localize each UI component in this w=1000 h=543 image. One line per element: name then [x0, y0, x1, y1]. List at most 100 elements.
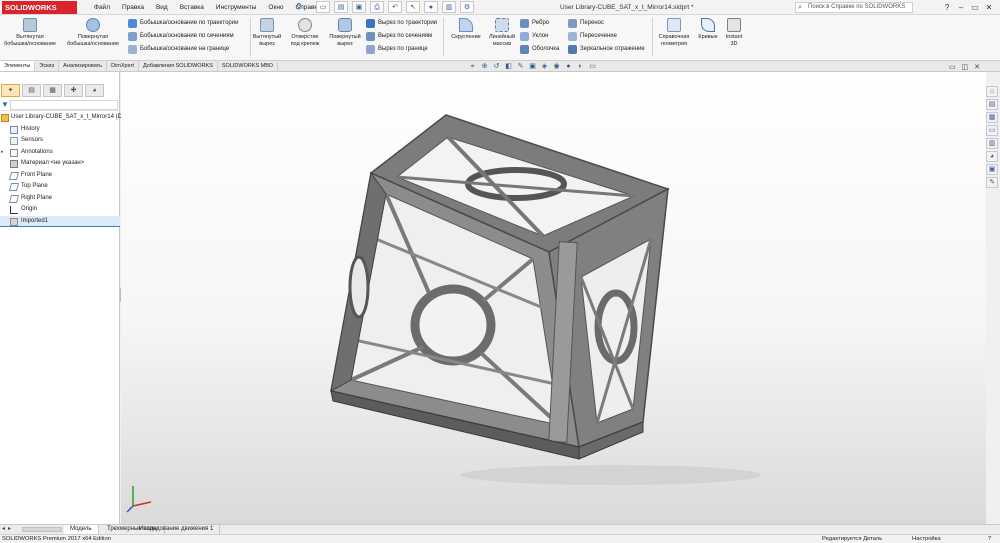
new-document-icon[interactable]: ▭: [316, 1, 330, 13]
file-properties-icon[interactable]: ▥: [442, 1, 456, 13]
horizontal-scrollbar[interactable]: [22, 527, 62, 532]
customize-button[interactable]: Настройка: [912, 535, 941, 543]
reference-geometry-button[interactable]: Справочная геометрия: [654, 18, 694, 47]
rebuild-icon[interactable]: ●: [424, 1, 438, 13]
file-explorer-icon[interactable]: ▭: [986, 125, 998, 136]
restore-icon[interactable]: ▭: [968, 0, 982, 15]
display-manager-tab-icon[interactable]: ◕: [85, 84, 104, 97]
curves-button[interactable]: Кривые: [696, 18, 720, 41]
linear-pattern-label-1: Линейный: [489, 34, 515, 40]
tree-item-annotations[interactable]: ▸ Annotations: [0, 147, 120, 159]
tab-mbd[interactable]: SOLIDWORKS MBD: [218, 61, 278, 71]
pin-icon[interactable]: ⚲: [296, 2, 304, 12]
minimize-icon[interactable]: –: [954, 0, 968, 15]
tree-item-origin[interactable]: Origin: [0, 204, 120, 216]
undo-icon[interactable]: ↶: [388, 1, 402, 13]
viewport-minimize-icon[interactable]: ▭: [949, 63, 956, 71]
close-icon[interactable]: ✕: [982, 0, 996, 15]
tree-item-history[interactable]: History: [0, 124, 120, 136]
extruded-boss-button[interactable]: Вытянутая бобышка/основание: [2, 18, 58, 47]
swept-cut-button[interactable]: Вырез по траектории: [366, 17, 437, 29]
draft-button[interactable]: Уклон: [520, 30, 548, 42]
cubesat-model[interactable]: [311, 107, 871, 492]
lofted-boss-button[interactable]: Бобышка/основание по сечениям: [128, 30, 234, 42]
print-icon[interactable]: ⎙: [370, 1, 384, 13]
boundary-boss-button[interactable]: Бобышка/основание на границе: [128, 43, 229, 55]
solidworks-logo[interactable]: SOLIDWORKS: [2, 1, 77, 14]
custom-properties-icon[interactable]: ▣: [986, 164, 998, 175]
graphics-area[interactable]: [121, 72, 986, 524]
tab-addins[interactable]: Добавления SOLIDWORKS: [139, 61, 218, 71]
expand-icon[interactable]: ▸: [1, 147, 4, 159]
linear-pattern-button[interactable]: Линейный массив: [487, 18, 517, 47]
tree-root[interactable]: User Library-CUBE_SAT_x_t_Mirror14 (D: [0, 112, 122, 124]
resources-icon[interactable]: ▤: [986, 99, 998, 110]
menu-tools[interactable]: Инструменты: [210, 0, 263, 15]
apply-scene-icon[interactable]: ◐: [576, 63, 585, 71]
property-manager-tab-icon[interactable]: ▤: [22, 84, 41, 97]
dimxpert-manager-tab-icon[interactable]: ✚: [64, 84, 83, 97]
select-icon[interactable]: ↖: [406, 1, 420, 13]
display-style-icon[interactable]: ◈: [540, 63, 549, 71]
viewport-close-icon[interactable]: ✕: [974, 63, 980, 71]
home-icon[interactable]: ⌂: [986, 86, 998, 97]
feature-manager-tab-icon[interactable]: ✦: [1, 84, 20, 97]
menu-edit[interactable]: Правка: [116, 0, 150, 15]
tab-motion-study[interactable]: Исследование движения 1: [133, 525, 221, 534]
viewport-restore-icon[interactable]: ◫: [962, 63, 969, 71]
tab-model[interactable]: Модель: [64, 525, 99, 534]
swept-boss-button[interactable]: Бобышка/основание по траектории: [128, 17, 238, 29]
tab-dimxpert[interactable]: DimXpert: [107, 61, 139, 71]
wrap-label: Перенос: [580, 20, 604, 26]
hide-show-icon[interactable]: ◉: [552, 63, 561, 71]
menu-view[interactable]: Вид: [150, 0, 174, 15]
view-orientation-icon[interactable]: ▣: [528, 63, 537, 71]
previous-view-icon[interactable]: ↺: [492, 63, 501, 71]
zoom-to-fit-icon[interactable]: ⌖: [468, 63, 477, 71]
boundary-cut-button[interactable]: Вырез по границе: [366, 43, 428, 55]
wrap-button[interactable]: Перенос: [568, 17, 604, 29]
options-icon[interactable]: ⚙: [460, 1, 474, 13]
tab-sketch[interactable]: Эскиз: [35, 61, 60, 71]
lofted-cut-button[interactable]: Вырез по сечениям: [366, 30, 432, 42]
tree-item-material[interactable]: Материал <не указан>: [0, 158, 120, 170]
revolved-cut-button[interactable]: Повернутый вырез: [327, 18, 363, 47]
menu-file[interactable]: Файл: [88, 0, 116, 15]
filter-input[interactable]: [10, 100, 118, 110]
menu-insert[interactable]: Вставка: [174, 0, 210, 15]
tab-features[interactable]: Элементы: [0, 61, 36, 71]
rib-button[interactable]: Ребро: [520, 17, 549, 29]
help-toggle-icon[interactable]: ?: [988, 535, 991, 543]
search-input[interactable]: ⌕ Поиск в Справке по SOLIDWORKS: [795, 2, 913, 13]
mirror-button[interactable]: Зеркальное отражение: [568, 43, 645, 55]
last-tab-icon[interactable]: ▸: [8, 525, 11, 534]
hole-wizard-button[interactable]: Отверстие под крепеж: [284, 18, 326, 47]
view-palette-icon[interactable]: ▥: [986, 138, 998, 149]
configuration-manager-tab-icon[interactable]: ▦: [43, 84, 62, 97]
dynamic-annotation-icon[interactable]: ✎: [516, 63, 525, 71]
fillet-button[interactable]: Скругление: [446, 18, 486, 41]
shell-button[interactable]: Оболочка: [520, 43, 559, 55]
menu-window[interactable]: Окно: [262, 0, 289, 15]
instant3d-button[interactable]: Instant 3D: [722, 18, 746, 47]
edit-appearance-icon[interactable]: ●: [564, 63, 573, 71]
forum-icon[interactable]: ✎: [986, 177, 998, 188]
help-icon[interactable]: ?: [940, 0, 954, 15]
open-icon[interactable]: ▤: [334, 1, 348, 13]
tree-item-front-plane[interactable]: Front Plane: [0, 170, 120, 182]
revolved-boss-button[interactable]: Повернутая бобышка/основание: [64, 18, 122, 47]
intersect-button[interactable]: Пересечение: [568, 30, 617, 42]
tab-evaluate[interactable]: Анализировать: [59, 61, 108, 71]
extruded-cut-button[interactable]: Вытянутый вырез: [252, 18, 282, 47]
zoom-area-icon[interactable]: ⊕: [480, 63, 489, 71]
tree-item-right-plane[interactable]: Right Plane: [0, 193, 120, 205]
design-library-icon[interactable]: ▦: [986, 112, 998, 123]
view-settings-icon[interactable]: ▭: [588, 63, 597, 71]
section-view-icon[interactable]: ◧: [504, 63, 513, 71]
save-icon[interactable]: ▣: [352, 1, 366, 13]
appearances-icon[interactable]: ◕: [986, 151, 998, 162]
tree-item-sensors[interactable]: Sensors: [0, 135, 120, 147]
tree-item-imported1[interactable]: Imported1: [0, 215, 120, 227]
first-tab-icon[interactable]: ◂: [2, 525, 5, 534]
tree-item-top-plane[interactable]: Top Plane: [0, 181, 120, 193]
